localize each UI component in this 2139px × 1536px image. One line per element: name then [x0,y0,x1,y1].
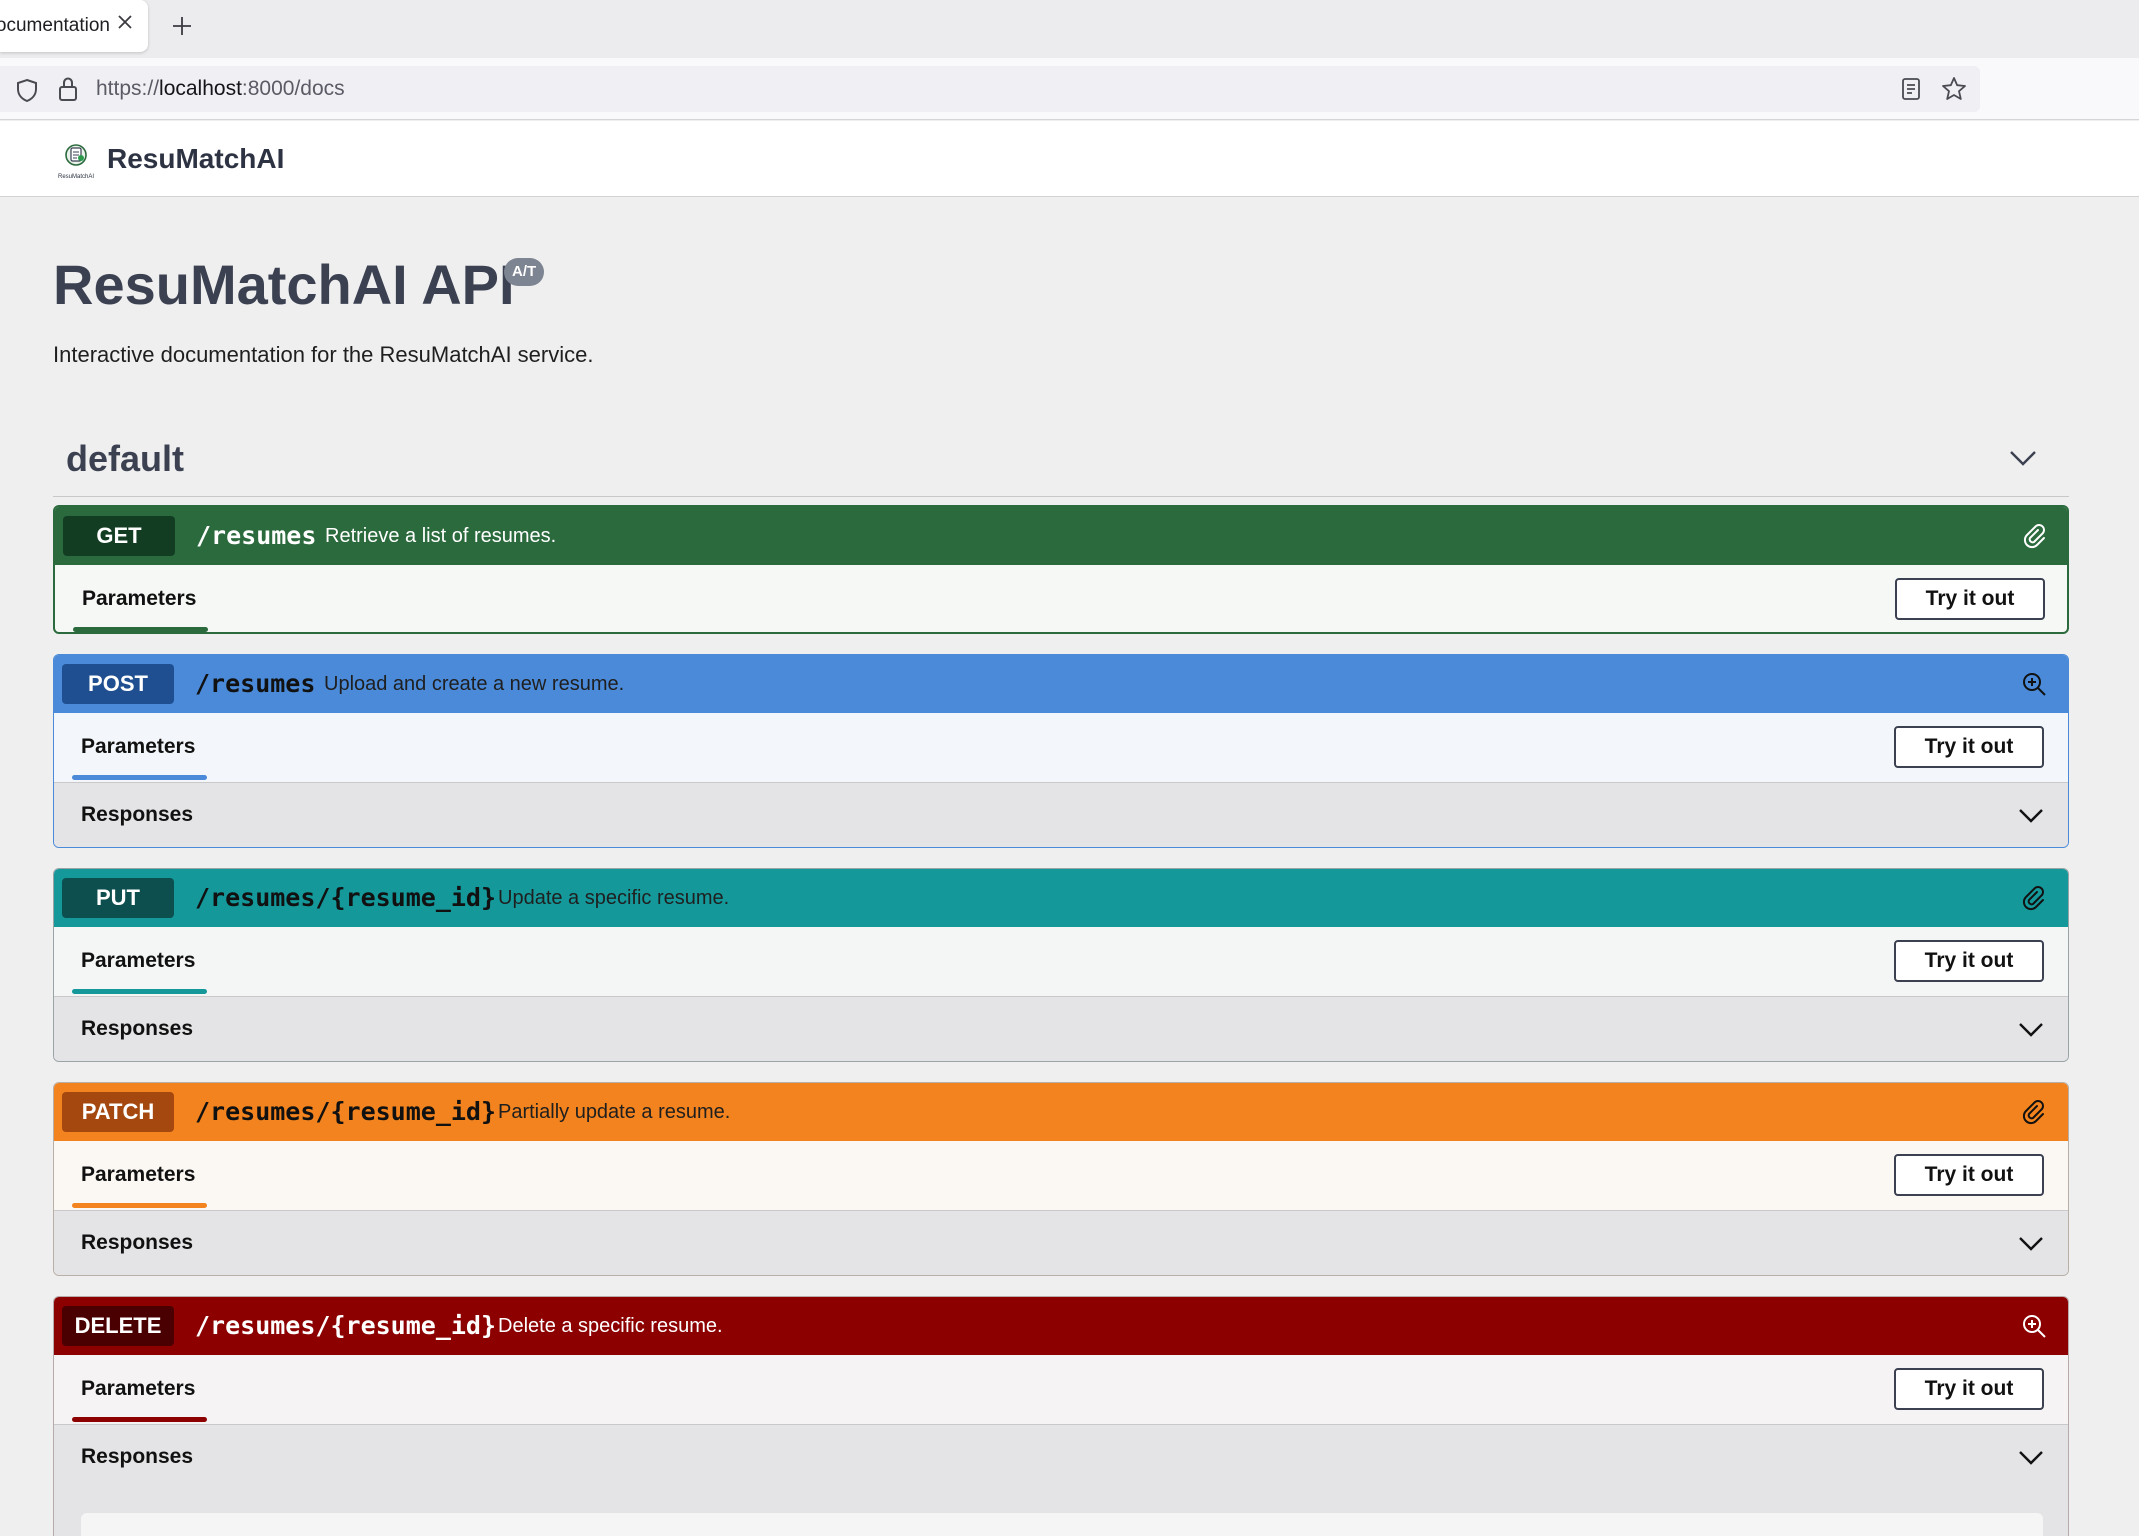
method-badge: PATCH [62,1092,174,1132]
responses-bar[interactable]: Responses [54,1424,2068,1536]
zoom-in-icon[interactable] [2020,670,2048,698]
parameters-tab[interactable]: Parameters [81,949,195,973]
tag-default-title[interactable]: default [66,438,184,480]
url-host: localhost [159,77,242,100]
resumatchai-logo: ResuMatchAI [58,144,94,180]
try-it-out-button[interactable]: Try it out [1894,1154,2044,1196]
operation-path: /resumes/{resume_id} [195,1311,497,1340]
operation-path: /resumes/{resume_id} [195,1097,497,1126]
responses-bar[interactable]: Responses [54,996,2068,1061]
chevron-down-icon[interactable] [2006,444,2040,472]
address-bar[interactable]: https://localhost:8000/docs [0,66,1980,112]
responses-bar[interactable]: Responses [54,782,2068,847]
parameters-tab[interactable]: Parameters [82,587,196,611]
operation-summary: Upload and create a new resume. [324,673,625,695]
brand-name: ResuMatchAI [107,143,285,174]
operation-summary: Retrieve a list of resumes. [325,525,557,547]
operation-put-resume: PUT /resumes/{resume_id} Update a specif… [53,868,2069,1062]
responses-content-panel [81,1513,2043,1536]
responses-label: Responses [81,1017,194,1040]
parameters-bar: Parameters Try it out [54,927,2068,996]
close-tab-icon[interactable] [114,11,136,33]
parameters-tab-underline [72,1203,207,1208]
method-badge: DELETE [62,1306,174,1346]
operation-get-resumes: GET /resumes Retrieve a list of resumes.… [53,505,2069,634]
operation-path: /resumes [196,521,317,550]
operation-header[interactable]: DELETE /resumes/{resume_id} Delete a spe… [54,1297,2068,1355]
operation-header[interactable]: PATCH /resumes/{resume_id} Partially upd… [54,1083,2068,1141]
operation-summary: Delete a specific resume. [498,1315,723,1337]
operation-post-resumes: POST /resumes Upload and create a new re… [53,654,2069,848]
parameters-bar: Parameters Try it out [54,713,2068,782]
url-text[interactable]: https://localhost:8000/docs [96,77,345,101]
url-path: :8000/docs [241,77,345,100]
link-icon[interactable] [2020,1098,2048,1126]
operation-patch-resume: PATCH /resumes/{resume_id} Partially upd… [53,1082,2069,1276]
version-badge: A/T [504,258,545,286]
parameters-tab[interactable]: Parameters [81,1377,195,1401]
operation-header[interactable]: GET /resumes Retrieve a list of resumes. [55,507,2067,565]
method-badge: GET [63,516,175,556]
reader-view-icon[interactable] [1898,76,1924,102]
browser-tab-strip: ocumentation [0,0,2139,58]
operation-delete-resume: DELETE /resumes/{resume_id} Delete a spe… [53,1296,2069,1536]
browser-tab[interactable]: ocumentation [0,0,148,52]
try-it-out-button[interactable]: Try it out [1894,1368,2044,1410]
parameters-bar: Parameters Try it out [55,565,2067,632]
operation-header[interactable]: POST /resumes Upload and create a new re… [54,655,2068,713]
browser-toolbar: https://localhost:8000/docs [0,58,2139,120]
api-title: ResuMatchAI API [53,253,515,316]
parameters-tab-underline [72,1417,207,1422]
try-it-out-button[interactable]: Try it out [1895,578,2045,620]
operation-summary: Update a specific resume. [498,887,730,909]
parameters-tab[interactable]: Parameters [81,1163,195,1187]
parameters-tab[interactable]: Parameters [81,735,195,759]
tag-divider [53,496,2069,497]
operation-path: /resumes/{resume_id} [195,883,497,912]
logo-text: ResuMatchAI [58,174,94,180]
parameters-bar: Parameters Try it out [54,1141,2068,1210]
app-header: ResuMatchAI ResuMatchAI [0,121,2139,197]
method-badge: POST [62,664,174,704]
parameters-tab-underline [73,627,208,632]
parameters-tab-underline [72,989,207,994]
chevron-down-icon[interactable] [2016,803,2046,829]
link-icon[interactable] [2021,522,2049,550]
chevron-down-icon[interactable] [2016,1231,2046,1257]
responses-label: Responses [81,1231,194,1254]
operation-summary: Partially update a resume. [498,1101,731,1123]
responses-label: Responses [81,1445,194,1468]
link-icon[interactable] [2020,884,2048,912]
api-description: Interactive documentation for the ResuMa… [53,342,594,367]
chevron-down-icon[interactable] [2016,1017,2046,1043]
parameters-tab-underline [72,775,207,780]
bookmark-star-icon[interactable] [1940,75,1968,103]
chevron-down-icon[interactable] [2016,1445,2046,1471]
operation-header[interactable]: PUT /resumes/{resume_id} Update a specif… [54,869,2068,927]
url-scheme: https:// [96,77,160,100]
browser-tab-title: ocumentation [0,15,110,36]
responses-label: Responses [81,803,194,826]
shield-icon[interactable] [14,77,40,103]
try-it-out-button[interactable]: Try it out [1894,726,2044,768]
lock-icon[interactable] [56,76,80,102]
operation-path: /resumes [195,669,316,698]
responses-bar[interactable]: Responses [54,1210,2068,1275]
method-badge: PUT [62,878,174,918]
zoom-in-icon[interactable] [2020,1312,2048,1340]
new-tab-icon[interactable] [168,12,196,40]
try-it-out-button[interactable]: Try it out [1894,940,2044,982]
parameters-bar: Parameters Try it out [54,1355,2068,1424]
